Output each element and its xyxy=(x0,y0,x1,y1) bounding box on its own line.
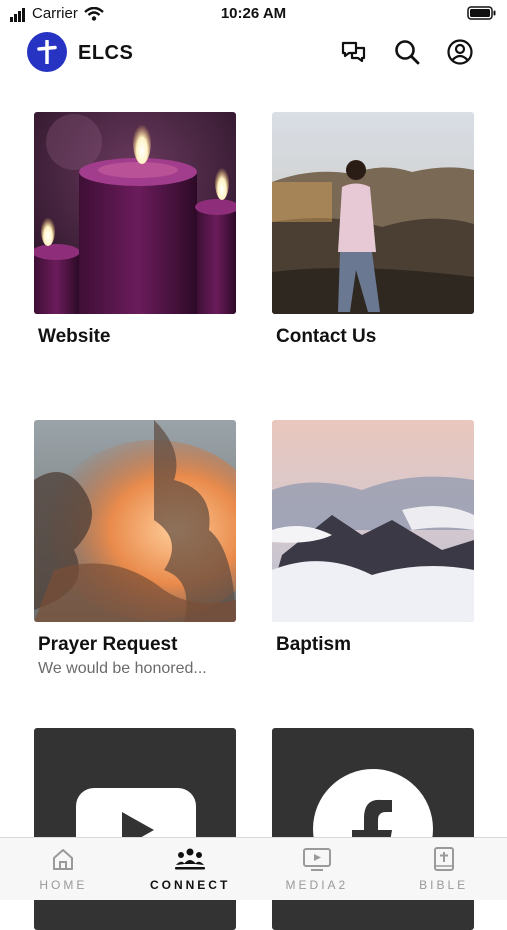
tv-icon xyxy=(302,848,331,871)
card-subtitle: We would be honored... xyxy=(38,660,207,677)
search-icon[interactable] xyxy=(393,38,421,66)
tab-label: BIBLE xyxy=(419,878,469,892)
app-header: ELCS xyxy=(0,30,507,76)
status-bar: Carrier 10:26 AM xyxy=(0,0,507,28)
messages-icon[interactable] xyxy=(340,38,368,66)
card-website[interactable]: Website xyxy=(34,112,236,348)
people-icon xyxy=(175,848,206,870)
mountain-clouds-image xyxy=(272,420,474,622)
tab-label: HOME xyxy=(39,878,88,892)
sunset-clouds-image xyxy=(34,420,236,622)
card-baptism[interactable]: Baptism xyxy=(272,420,474,656)
card-title: Contact Us xyxy=(276,326,377,347)
tab-label: CONNECT xyxy=(149,878,231,892)
tab-label: MEDIA2 xyxy=(285,878,349,892)
app-name: ELCS xyxy=(78,42,134,64)
candles-image xyxy=(34,112,236,314)
church-logo[interactable] xyxy=(27,32,67,72)
person-image xyxy=(272,112,474,314)
battery-icon xyxy=(467,6,497,25)
tab-home[interactable]: HOME xyxy=(0,838,127,900)
tab-bible[interactable]: BIBLE xyxy=(380,838,507,900)
card-contact-us[interactable]: Contact Us xyxy=(272,112,474,348)
bottom-tab-bar: HOME CONNECT MEDIA2 BIBLE xyxy=(0,837,507,900)
card-prayer-request[interactable]: Prayer Request We would be honored... xyxy=(34,420,236,678)
tab-connect[interactable]: CONNECT xyxy=(127,838,254,900)
bible-icon xyxy=(433,847,454,871)
status-time: 10:26 AM xyxy=(220,5,287,22)
tab-media2[interactable]: MEDIA2 xyxy=(254,838,381,900)
cross-icon xyxy=(37,40,57,64)
card-title: Prayer Request xyxy=(38,634,178,655)
card-title: Baptism xyxy=(276,634,351,655)
profile-icon[interactable] xyxy=(446,38,474,66)
card-title: Website xyxy=(38,326,111,347)
home-icon xyxy=(53,849,74,870)
